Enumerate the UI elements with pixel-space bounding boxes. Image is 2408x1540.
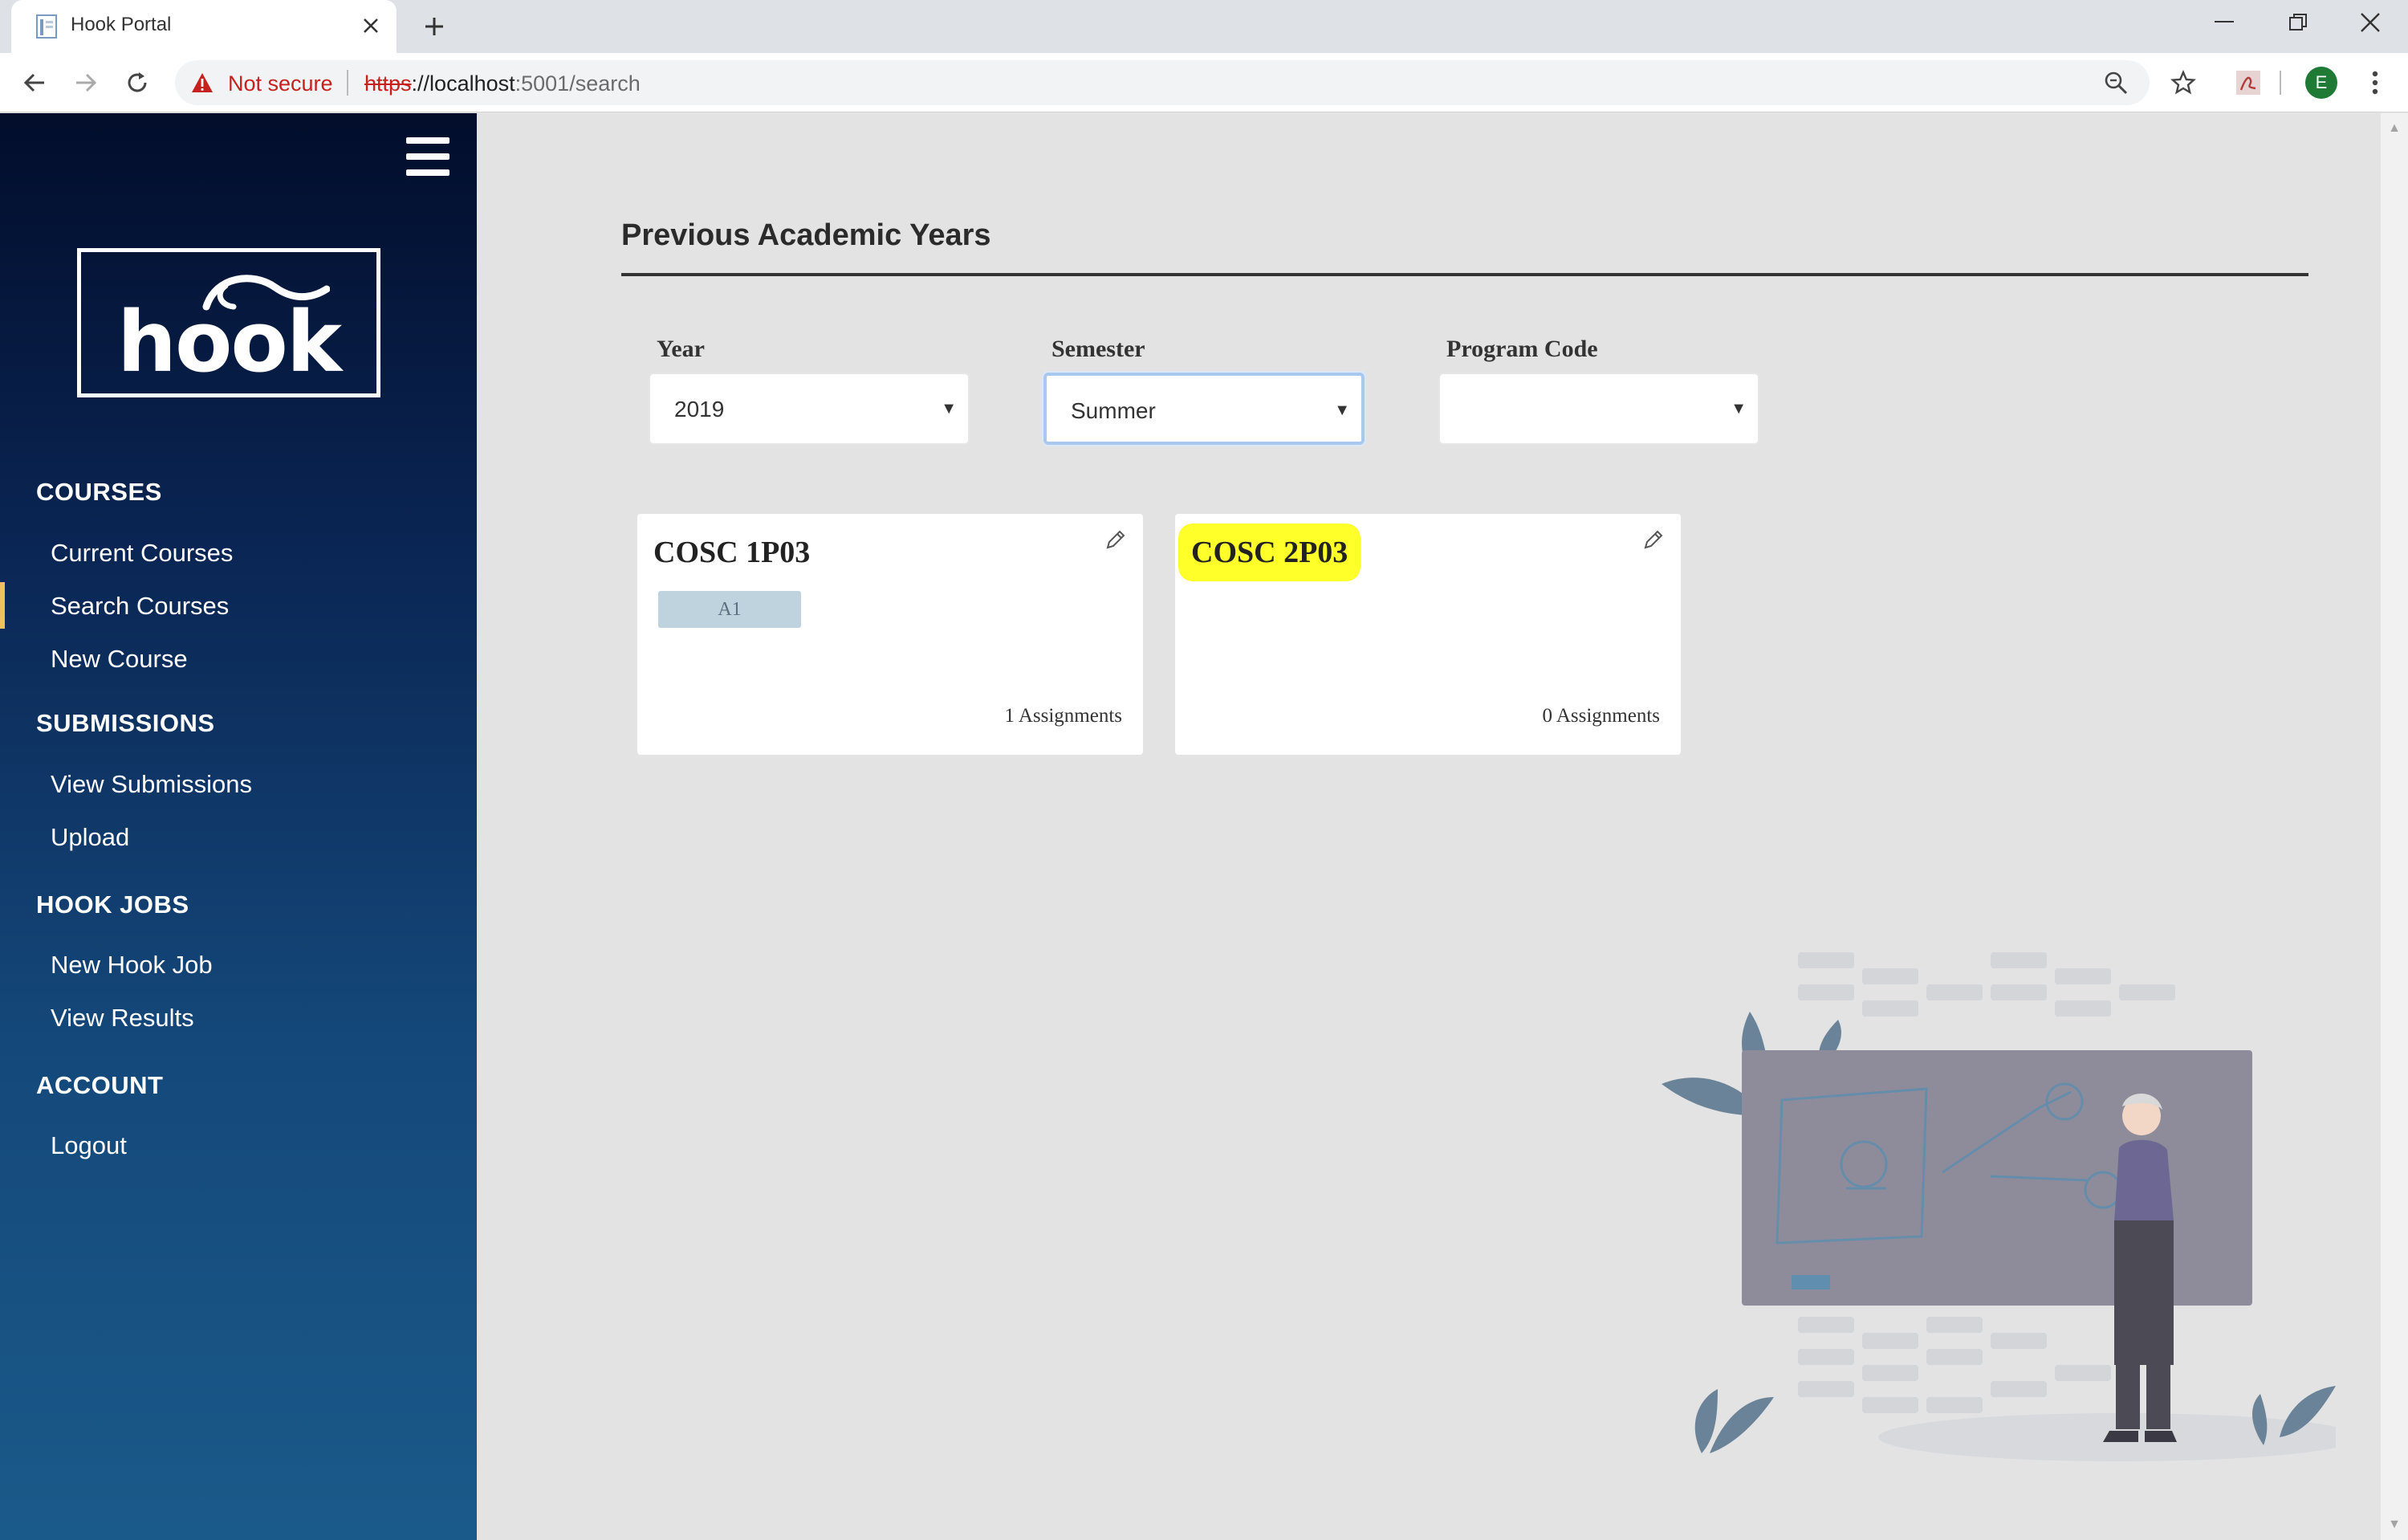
teacher-illustration <box>1662 952 2336 1461</box>
dropdown-caret-icon: ▼ <box>1731 400 1747 418</box>
zoom-icon[interactable] <box>2101 68 2130 97</box>
program-code-select[interactable]: ▼ <box>1438 373 1759 445</box>
warning-icon <box>191 71 214 94</box>
sidebar-item-logout[interactable]: Logout <box>0 1122 477 1168</box>
sidebar-item-current-courses[interactable]: Current Courses <box>0 529 477 576</box>
sidebar-item-view-submissions[interactable]: View Submissions <box>0 760 477 807</box>
browser-toolbar: Not secure https://localhost:5001/search… <box>0 53 2408 112</box>
scroll-up-arrow-icon[interactable]: ▲ <box>2381 116 2408 141</box>
title-divider <box>621 273 2308 276</box>
divider <box>347 70 348 96</box>
nav-heading-account: ACCOUNT <box>36 1071 164 1099</box>
year-select[interactable]: 2019 ▼ <box>649 373 970 445</box>
bookmark-star-icon[interactable] <box>2169 68 2198 97</box>
forward-icon[interactable] <box>67 64 104 101</box>
course-card-cosc-2p03[interactable]: COSC 2P03 0 Assignments <box>1175 514 1681 755</box>
pencil-edit-icon[interactable] <box>1101 525 1130 554</box>
nav-heading-courses: COURSES <box>36 478 162 506</box>
sidebar-item-view-results[interactable]: View Results <box>0 994 477 1041</box>
dropdown-caret-icon: ▼ <box>941 400 957 418</box>
new-tab-icon[interactable] <box>417 10 451 43</box>
sidebar-item-upload[interactable]: Upload <box>0 813 477 860</box>
scroll-down-arrow-icon[interactable]: ▼ <box>2381 1513 2408 1537</box>
nav-heading-submissions: SUBMISSIONS <box>36 709 215 737</box>
tab-title: Hook Portal <box>71 14 172 35</box>
hook-logo: hook <box>77 248 380 397</box>
sidebar-item-label: Logout <box>51 1131 127 1159</box>
hamburger-menu-icon[interactable] <box>406 137 449 176</box>
browser-tab[interactable]: Hook Portal <box>11 0 397 53</box>
assignment-tag[interactable]: A1 <box>658 591 801 628</box>
address-bar[interactable]: Not secure https://localhost:5001/search <box>175 60 2150 105</box>
assignment-count: 1 Assignments <box>1004 705 1122 727</box>
course-card-cosc-1p03[interactable]: COSC 1P03 A1 1 Assignments <box>637 514 1143 755</box>
pdf-extension-icon[interactable] <box>2233 67 2264 98</box>
sidebar-item-search-courses[interactable]: Search Courses <box>0 582 477 629</box>
semester-select[interactable]: Summer ▼ <box>1043 373 1365 445</box>
nav-heading-hook-jobs: HOOK JOBS <box>36 890 189 919</box>
toolbar-divider <box>2280 71 2281 95</box>
sidebar-item-label: Search Courses <box>51 592 230 620</box>
reload-icon[interactable] <box>119 64 156 101</box>
close-icon[interactable] <box>356 11 385 40</box>
sidebar-item-label: New Course <box>51 645 188 673</box>
assignment-count: 0 Assignments <box>1542 705 1660 727</box>
year-value: 2019 <box>674 397 725 422</box>
sidebar-item-new-hook-job[interactable]: New Hook Job <box>0 941 477 988</box>
sidebar: hook COURSES Current Courses Search Cour… <box>0 113 477 1540</box>
sidebar-item-label: View Results <box>51 1004 194 1032</box>
course-code[interactable]: COSC 1P03 <box>653 535 810 570</box>
sidebar-item-label: Upload <box>51 823 130 851</box>
restore-icon[interactable] <box>2262 0 2334 45</box>
minimize-icon[interactable] <box>2188 0 2260 45</box>
browser-tabstrip: Hook Portal <box>0 0 2408 53</box>
url-scheme: https <box>364 71 412 96</box>
sidebar-item-new-course[interactable]: New Course <box>0 635 477 682</box>
profile-avatar[interactable]: E <box>2305 67 2337 99</box>
year-label: Year <box>657 336 705 362</box>
semester-value: Summer <box>1071 398 1156 423</box>
sidebar-item-label: View Submissions <box>51 770 252 798</box>
back-icon[interactable] <box>16 64 53 101</box>
page-title: Previous Academic Years <box>621 218 991 252</box>
url-path: :5001/search <box>515 71 641 96</box>
url-host: ://localhost <box>411 71 515 96</box>
page-icon <box>34 13 61 40</box>
not-secure-label[interactable]: Not secure <box>228 71 333 96</box>
page-scrollbar[interactable]: ▲ ▼ <box>2381 113 2408 1540</box>
course-code[interactable]: COSC 2P03 <box>1183 528 1357 576</box>
url-text[interactable]: https://localhost:5001/search <box>364 71 641 96</box>
logo-text: hook <box>116 293 342 391</box>
semester-label: Semester <box>1051 336 1145 362</box>
dropdown-caret-icon: ▼ <box>1334 401 1350 419</box>
program-code-label: Program Code <box>1446 336 1598 362</box>
menu-dots-icon[interactable] <box>2360 67 2390 98</box>
sidebar-item-label: New Hook Job <box>51 951 213 979</box>
pencil-edit-icon[interactable] <box>1639 525 1668 554</box>
sidebar-item-label: Current Courses <box>51 539 234 567</box>
window-close-icon[interactable] <box>2334 0 2406 45</box>
